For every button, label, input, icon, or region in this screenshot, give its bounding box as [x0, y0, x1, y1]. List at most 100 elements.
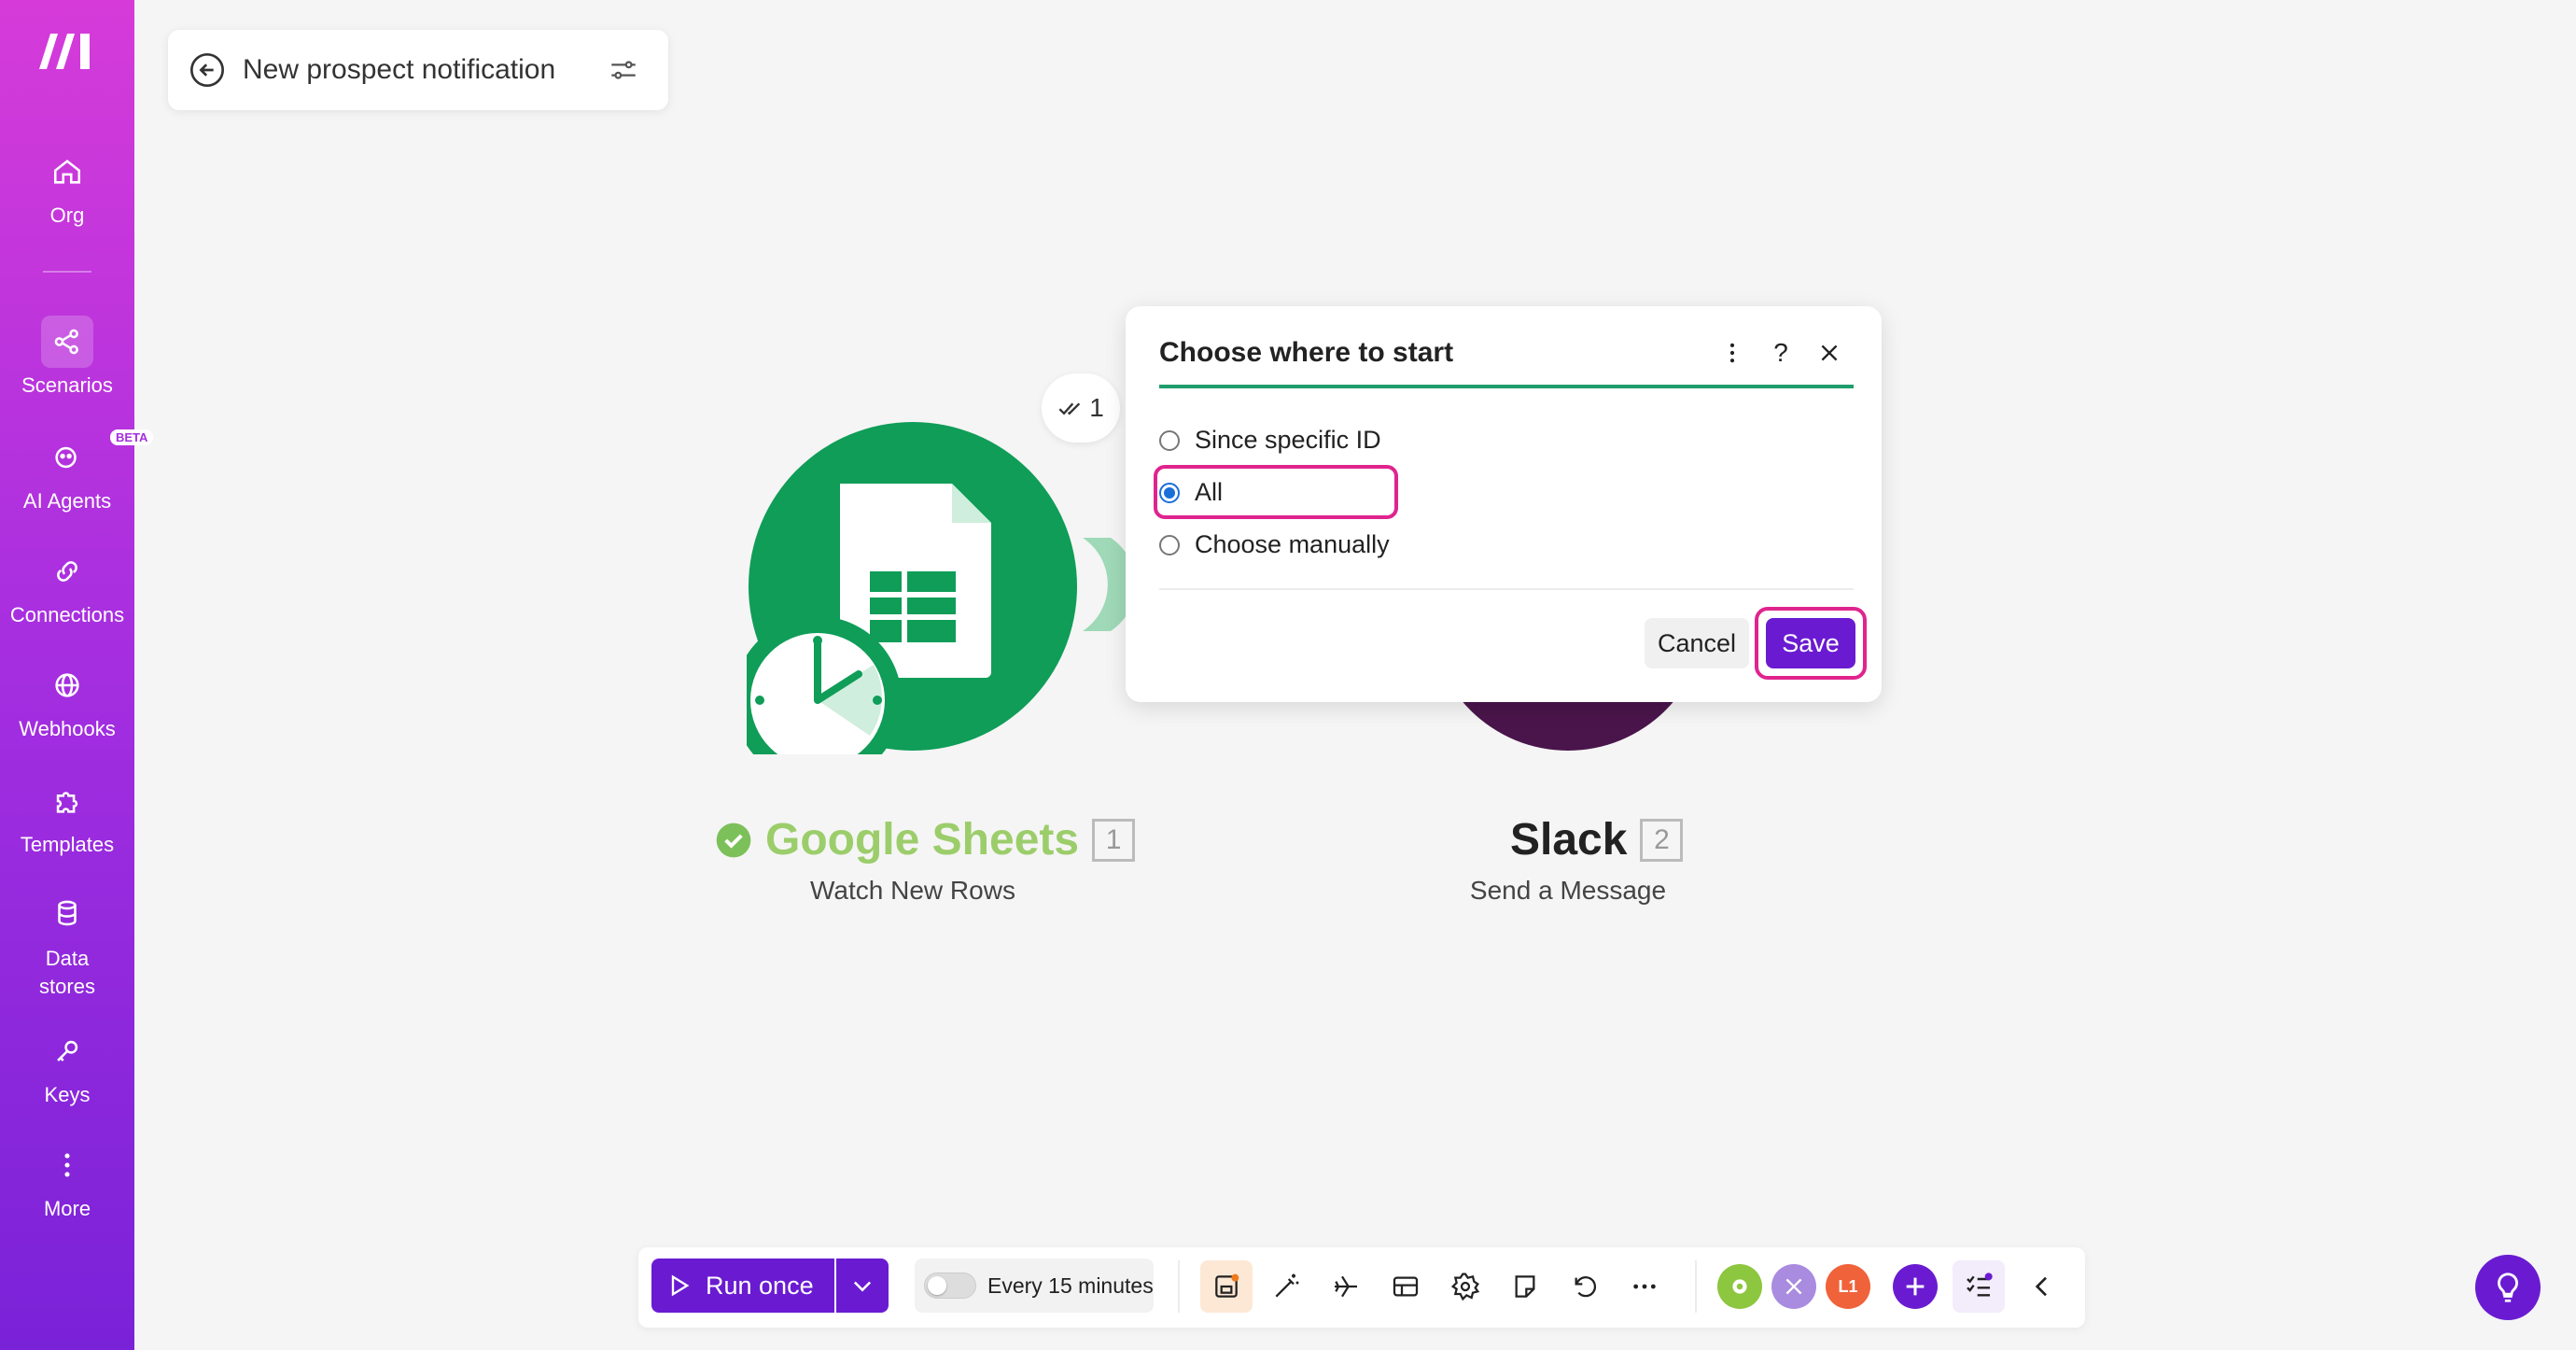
sidebar-item-data-stores[interactable]: Data stores: [0, 887, 134, 1001]
undo-icon: [1575, 1276, 1597, 1298]
dialog-menu-button[interactable]: [1708, 332, 1757, 373]
collapse-toolbar-button[interactable]: [2016, 1260, 2068, 1313]
explain-flow-tool[interactable]: [1320, 1260, 1372, 1313]
tools-icon: [1785, 1278, 1802, 1295]
toolbar-divider: [1178, 1260, 1180, 1313]
app-icon-orange[interactable]: L1: [1826, 1264, 1870, 1309]
hints-button[interactable]: [2475, 1255, 2541, 1320]
sidebar-item-more[interactable]: More: [0, 1139, 134, 1221]
globe-icon: [41, 659, 93, 711]
sidebar-item-label: Keys: [44, 1083, 91, 1106]
schedule-label: Every 15 minutes: [987, 1273, 1154, 1298]
ai-agent-icon: BETA: [41, 429, 154, 484]
dialog-title: Choose where to start: [1159, 337, 1454, 368]
notes-tool[interactable]: [1379, 1260, 1432, 1313]
check-circle-icon: [716, 823, 751, 857]
key-icon: [41, 1025, 93, 1077]
scenario-settings-button[interactable]: [601, 48, 646, 92]
slack-label: Slack 2: [1510, 814, 1684, 865]
sidebar-item-org[interactable]: Org: [0, 146, 134, 228]
radio-option-all[interactable]: All: [1159, 478, 1223, 507]
bottom-toolbar: Run once Every 15 minutes L1: [638, 1247, 2085, 1328]
radio-button[interactable]: [1159, 429, 1180, 451]
module-action: Send a Message: [1469, 876, 1667, 905]
save-button[interactable]: Save: [1766, 618, 1855, 668]
schedule-toggle[interactable]: [924, 1273, 976, 1299]
module-action: Watch New Rows: [810, 876, 1015, 905]
module-name: Google Sheets: [765, 815, 1080, 865]
choose-start-dialog: Choose where to start ? Since specific I…: [1126, 306, 1882, 702]
link-icon: [41, 545, 93, 598]
note-tool[interactable]: [1499, 1260, 1551, 1313]
lightbulb-icon: [2498, 1273, 2518, 1302]
radio-button[interactable]: [1159, 534, 1180, 555]
add-module-button[interactable]: [1893, 1264, 1938, 1309]
help-icon: ?: [1773, 338, 1788, 367]
share-nodes-icon: [41, 316, 93, 368]
double-check-icon: [1058, 402, 1081, 415]
magic-wand-icon: [1275, 1273, 1299, 1298]
airplane-icon: [1335, 1275, 1357, 1298]
scenario-title[interactable]: New prospect notification: [243, 54, 601, 86]
app-icon-tools[interactable]: [1771, 1264, 1816, 1309]
google-sheets-label: Google Sheets 1: [715, 814, 1136, 865]
dialog-help-button[interactable]: ?: [1757, 332, 1805, 373]
sidebar-item-webhooks[interactable]: Webhooks: [0, 659, 134, 741]
cancel-button[interactable]: Cancel: [1645, 618, 1749, 668]
sticky-note-icon: [1515, 1275, 1535, 1298]
chevron-left-icon: [2035, 1276, 2047, 1297]
app-icon-green[interactable]: [1717, 1264, 1762, 1309]
sidebar-item-connections[interactable]: Connections: [0, 545, 134, 627]
radio-option-since-id[interactable]: Since specific ID: [1159, 426, 1381, 455]
run-once-label: Run once: [706, 1271, 814, 1300]
sidebar-item-label: Scenarios: [21, 373, 113, 397]
save-disk-icon: [1215, 1273, 1239, 1298]
checklist-icon: [1967, 1273, 1993, 1297]
back-button[interactable]: [183, 46, 231, 94]
sidebar-divider: [43, 271, 91, 273]
radio-label: Since specific ID: [1195, 426, 1381, 454]
more-tools[interactable]: [1618, 1260, 1671, 1313]
undo-tool[interactable]: [1559, 1260, 1611, 1313]
sidebar-item-label: Webhooks: [19, 717, 116, 740]
run-once-button[interactable]: Run once: [651, 1259, 834, 1313]
play-icon: [671, 1274, 690, 1297]
sliders-icon: [611, 61, 636, 79]
gear-icon: [1450, 1273, 1480, 1301]
sidebar-item-scenarios[interactable]: Scenarios: [0, 316, 134, 398]
sidebar-item-label: Org: [49, 204, 85, 227]
checklist-tool[interactable]: [1953, 1260, 2005, 1313]
sidebar-item-label: Templates: [20, 833, 115, 856]
operations-count: 1: [1089, 393, 1104, 422]
dialog-divider: [1159, 588, 1854, 590]
sidebar-item-label: More: [43, 1197, 91, 1220]
dialog-close-button[interactable]: [1805, 332, 1854, 373]
radio-label: Choose manually: [1195, 530, 1390, 558]
close-icon: [1821, 345, 1838, 361]
beta-badge: BETA: [110, 429, 154, 445]
more-horizontal-icon: [1633, 1284, 1656, 1289]
sidebar-item-keys[interactable]: Keys: [0, 1025, 134, 1107]
sidebar-item-label: Data stores: [39, 947, 95, 998]
chevron-down-icon: [853, 1281, 872, 1292]
sidebar-item-templates[interactable]: Templates: [0, 775, 134, 857]
make-logo-icon[interactable]: [35, 28, 99, 73]
toolbar-divider: [1695, 1260, 1697, 1313]
table-icon: [1393, 1276, 1419, 1297]
radio-button-checked[interactable]: [1159, 482, 1180, 503]
auto-align-tool[interactable]: [1260, 1260, 1312, 1313]
dialog-header: Choose where to start ?: [1159, 332, 1854, 388]
sidebar-item-ai-agents[interactable]: BETA AI Agents: [0, 429, 154, 513]
settings-tool[interactable]: [1439, 1260, 1491, 1313]
sidebar: Org Scenarios BETA AI Agents Connections…: [0, 0, 154, 1350]
run-options-dropdown[interactable]: [836, 1259, 889, 1313]
schedule-control[interactable]: Every 15 minutes: [915, 1259, 1154, 1313]
sidebar-item-label: AI Agents: [22, 489, 112, 513]
database-icon: [41, 887, 93, 939]
scheduling-tool[interactable]: [1200, 1260, 1253, 1313]
puzzle-icon: [41, 775, 93, 827]
radio-option-choose-manually[interactable]: Choose manually: [1159, 530, 1390, 559]
home-icon: [41, 146, 93, 198]
google-sheets-module[interactable]: [747, 422, 1079, 754]
arrow-left-circle-icon: [190, 53, 224, 87]
